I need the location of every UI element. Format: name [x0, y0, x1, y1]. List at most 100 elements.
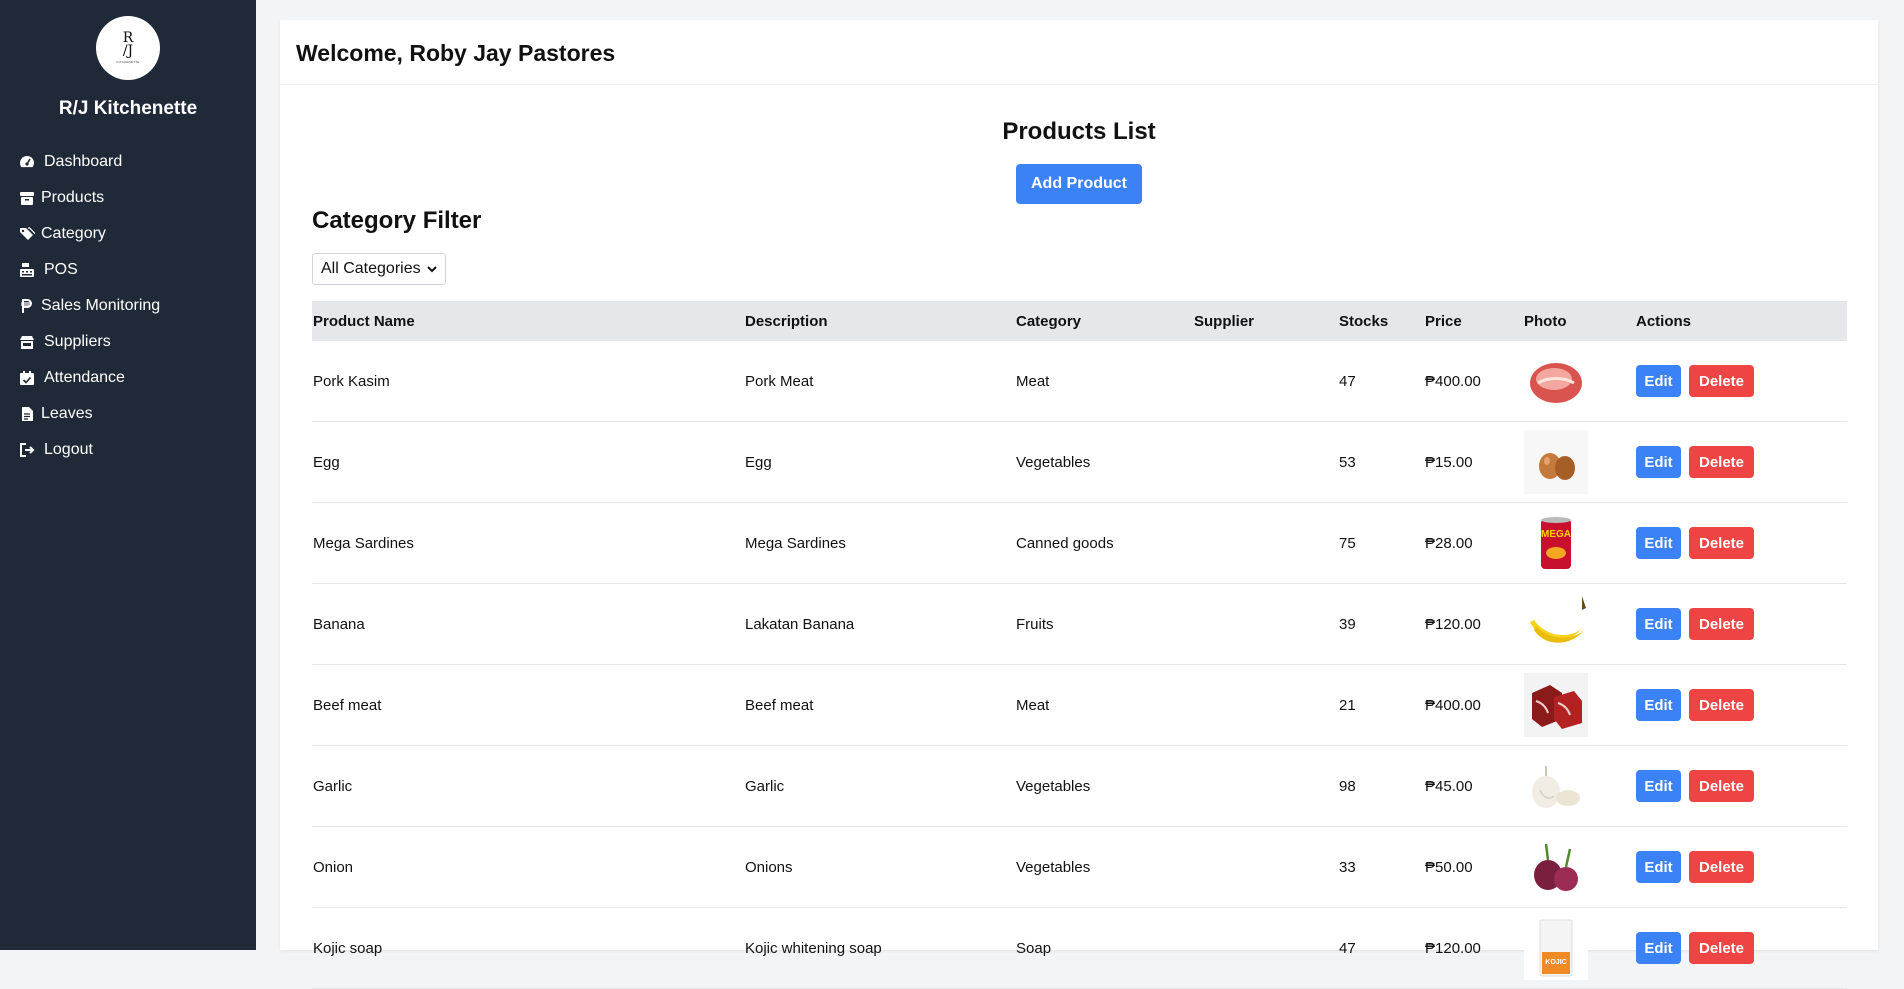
- delete-button[interactable]: Delete: [1689, 365, 1754, 397]
- edit-button[interactable]: Edit: [1636, 689, 1681, 721]
- table-row: Mega Sardines Mega Sardines Canned goods 75…: [312, 502, 1847, 584]
- cell-supplier: [1193, 421, 1338, 503]
- welcome-heading: Welcome, Roby Jay Pastores: [296, 40, 616, 66]
- cell-category: Vegetables: [1015, 745, 1193, 827]
- column-header-actions: Actions: [1636, 312, 1692, 330]
- sidebar-item-label: Products: [41, 189, 105, 206]
- table-row: Banana Lakatan Banana Fruits 39 ₱120.00 Edit D…: [312, 583, 1847, 665]
- store-icon: [20, 336, 34, 349]
- category-filter-value: All Categories: [321, 260, 421, 277]
- cell-product-name: Egg: [312, 421, 744, 503]
- cell-photo: [1523, 826, 1635, 908]
- sidebar-item-label: POS: [44, 261, 78, 278]
- brand-logo: R/J KITCHENETTE: [96, 16, 160, 80]
- delete-button[interactable]: Delete: [1689, 851, 1754, 883]
- cell-actions: Edit Delete: [1635, 341, 1847, 422]
- sidebar-item-label: Sales Monitoring: [41, 297, 161, 314]
- sidebar-item-label: Category: [41, 225, 106, 242]
- sidebar-item-label: Leaves: [41, 405, 93, 422]
- column-header-description: Description: [745, 312, 828, 330]
- cell-category: Vegetables: [1015, 421, 1193, 503]
- column-header-stocks: Stocks: [1339, 312, 1389, 330]
- sidebar-item-suppliers[interactable]: Suppliers: [0, 324, 256, 360]
- cell-photo: MEGA: [1523, 502, 1635, 584]
- cell-product-name: Onion: [312, 826, 744, 908]
- logout-icon: [20, 443, 35, 457]
- cell-product-name: Banana: [312, 583, 744, 665]
- cell-description: Kojic whitening soap: [744, 907, 1015, 989]
- sidebar-item-logout[interactable]: Logout: [0, 432, 256, 468]
- cell-description: Pork Meat: [744, 341, 1015, 422]
- cash-register-icon: [20, 263, 34, 277]
- peso-icon: [21, 299, 32, 313]
- cell-category: Canned goods: [1015, 502, 1193, 584]
- cell-actions: Edit Delete: [1635, 907, 1847, 989]
- edit-button[interactable]: Edit: [1636, 608, 1681, 640]
- cell-description: Beef meat: [744, 664, 1015, 746]
- delete-button[interactable]: Delete: [1689, 446, 1754, 478]
- box-icon: [20, 192, 34, 205]
- sidebar: R/J KITCHENETTE R/J Kitchenette Dashboar…: [0, 0, 256, 950]
- product-photo-soap: KOJIC: [1524, 916, 1588, 980]
- cell-price: ₱28.00: [1424, 502, 1523, 584]
- table-row: Egg Egg Vegetables 53 ₱15.00 Edit Delete: [312, 421, 1847, 503]
- cell-actions: Edit Delete: [1635, 421, 1847, 503]
- cell-actions: Edit Delete: [1635, 502, 1847, 584]
- column-header-category: Category: [1016, 312, 1082, 330]
- logo-monogram: R/J: [122, 30, 134, 59]
- cell-description: Garlic: [744, 745, 1015, 827]
- table-row: Garlic Garlic Vegetables 98 ₱45.00 Edit Delete: [312, 745, 1847, 827]
- cell-product-name: Pork Kasim: [312, 341, 744, 422]
- sidebar-item-leaves[interactable]: Leaves: [0, 396, 256, 432]
- table-row: Pork Kasim Pork Meat Meat 47 ₱400.00 Edit Dele…: [312, 341, 1847, 422]
- table-row: Beef meat Beef meat Meat 21 ₱400.00 Edit Delet…: [312, 664, 1847, 746]
- sidebar-item-attendance[interactable]: Attendance: [0, 360, 256, 396]
- add-product-button[interactable]: Add Product: [1016, 164, 1142, 204]
- cell-supplier: [1193, 907, 1338, 989]
- sidebar-item-label: Attendance: [44, 369, 125, 386]
- cell-price: ₱120.00: [1424, 907, 1523, 989]
- sidebar-item-pos[interactable]: POS: [0, 252, 256, 288]
- column-header-price: Price: [1425, 312, 1462, 330]
- svg-text:MEGA: MEGA: [1541, 529, 1571, 540]
- product-photo-onion: [1524, 835, 1588, 899]
- delete-button[interactable]: Delete: [1689, 608, 1754, 640]
- sidebar-item-category[interactable]: Category: [0, 216, 256, 252]
- cell-supplier: [1193, 502, 1338, 584]
- cell-stocks: 33: [1338, 826, 1424, 908]
- cell-supplier: [1193, 341, 1338, 422]
- sidebar-item-dashboard[interactable]: Dashboard: [0, 144, 256, 180]
- product-photo-egg: [1524, 430, 1588, 494]
- edit-button[interactable]: Edit: [1636, 365, 1681, 397]
- delete-button[interactable]: Delete: [1689, 932, 1754, 964]
- edit-button[interactable]: Edit: [1636, 932, 1681, 964]
- delete-button[interactable]: Delete: [1689, 527, 1754, 559]
- delete-button[interactable]: Delete: [1689, 770, 1754, 802]
- edit-button[interactable]: Edit: [1636, 446, 1681, 478]
- edit-button[interactable]: Edit: [1636, 527, 1681, 559]
- cell-supplier: [1193, 583, 1338, 665]
- cell-supplier: [1193, 826, 1338, 908]
- sidebar-item-label: Suppliers: [44, 333, 111, 350]
- cell-category: Soap: [1015, 907, 1193, 989]
- sidebar-item-label: Logout: [44, 441, 93, 458]
- product-photo-beef: [1524, 673, 1588, 737]
- sidebar-item-products[interactable]: Products: [0, 180, 256, 216]
- delete-button[interactable]: Delete: [1689, 689, 1754, 721]
- table-row: Onion Onions Vegetables 33 ₱50.00 Edit Delete: [312, 826, 1847, 908]
- sidebar-item-sales-monitoring[interactable]: Sales Monitoring: [0, 288, 256, 324]
- cell-description: Lakatan Banana: [744, 583, 1015, 665]
- cell-category: Meat: [1015, 664, 1193, 746]
- header-divider: [280, 84, 1878, 85]
- edit-button[interactable]: Edit: [1636, 851, 1681, 883]
- edit-button[interactable]: Edit: [1636, 770, 1681, 802]
- cell-stocks: 53: [1338, 421, 1424, 503]
- cell-description: Onions: [744, 826, 1015, 908]
- cell-stocks: 75: [1338, 502, 1424, 584]
- category-filter-select[interactable]: All Categories: [312, 253, 446, 285]
- cell-price: ₱15.00: [1424, 421, 1523, 503]
- cell-actions: Edit Delete: [1635, 583, 1847, 665]
- table-header-row: Product Name Description Category Suppli…: [312, 301, 1847, 341]
- cell-category: Fruits: [1015, 583, 1193, 665]
- cell-photo: [1523, 745, 1635, 827]
